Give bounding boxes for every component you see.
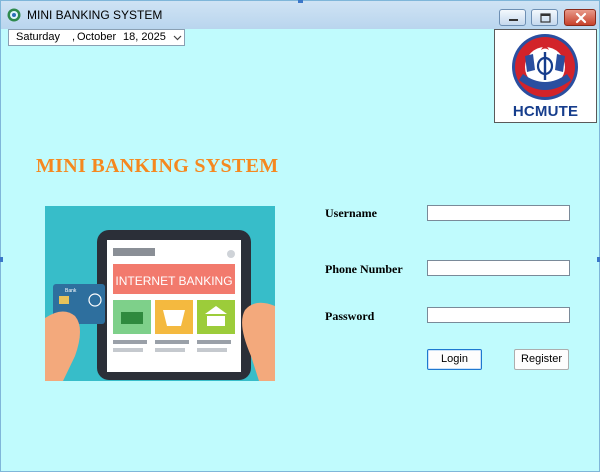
- minimize-icon: [509, 19, 518, 21]
- university-emblem: [512, 34, 578, 100]
- date-month: October: [77, 31, 117, 43]
- register-button[interactable]: Register: [514, 349, 569, 370]
- illustration-card-text: Bank: [65, 288, 77, 294]
- password-label: Password: [325, 309, 375, 323]
- app-icon: [7, 8, 21, 22]
- chevron-down-icon[interactable]: [173, 33, 182, 42]
- page-title: MINI BANKING SYSTEM: [36, 155, 279, 177]
- window-title: MINI BANKING SYSTEM: [27, 8, 163, 22]
- maximize-icon: [540, 13, 551, 23]
- date-picker[interactable]: Saturday , October 18, 2025: [8, 29, 185, 46]
- illustration-screen-text: INTERNET BANKING: [115, 274, 232, 288]
- app-window: MINI BANKING SYSTEM Saturday , October 1…: [0, 0, 600, 472]
- phone-number-input[interactable]: [427, 260, 570, 276]
- resize-handle-left[interactable]: [0, 257, 3, 262]
- date-weekday: Saturday: [16, 31, 61, 43]
- username-label: Username: [325, 206, 377, 220]
- title-bar[interactable]: MINI BANKING SYSTEM: [1, 1, 599, 29]
- close-button[interactable]: [564, 9, 596, 26]
- date-separator: ,: [72, 31, 76, 43]
- date-day-year: 18, 2025: [123, 31, 166, 43]
- phone-number-label: Phone Number: [325, 262, 403, 276]
- close-icon: [575, 12, 587, 24]
- resize-handle-top[interactable]: [298, 0, 303, 3]
- internet-banking-illustration: INTERNET BANKING Bank: [45, 206, 275, 381]
- password-input[interactable]: [427, 307, 570, 323]
- hcmute-logo: HCMUTE: [494, 29, 597, 123]
- minimize-button[interactable]: [499, 9, 526, 26]
- username-input[interactable]: [427, 205, 570, 221]
- login-button[interactable]: Login: [427, 349, 482, 370]
- maximize-button[interactable]: [531, 9, 558, 26]
- logo-text: HCMUTE: [512, 103, 579, 120]
